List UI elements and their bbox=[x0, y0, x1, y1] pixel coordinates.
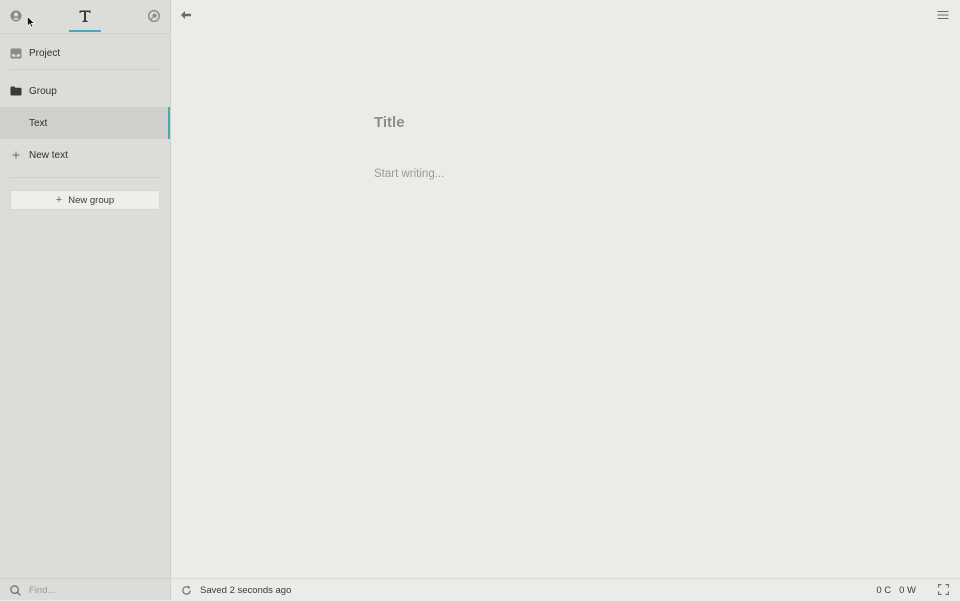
sync-icon[interactable] bbox=[181, 585, 192, 596]
search-globe-icon[interactable] bbox=[146, 8, 162, 24]
sidebar-tab-bar bbox=[0, 0, 170, 34]
find-input[interactable]: Find... bbox=[29, 585, 55, 596]
character-count: 0 C bbox=[876, 584, 892, 596]
sidebar-item-new-text[interactable]: New text bbox=[0, 139, 170, 171]
status-bar: Saved 2 seconds ago 0 C 0 W bbox=[171, 578, 960, 601]
text-format-icon[interactable] bbox=[77, 8, 93, 24]
saved-status: Saved 2 seconds ago bbox=[200, 584, 292, 596]
sidebar-item-text[interactable]: Text bbox=[0, 107, 170, 139]
find-bar[interactable]: Find... bbox=[0, 578, 170, 601]
word-count: 0 W bbox=[899, 584, 916, 596]
body-editor[interactable]: Start writing... bbox=[374, 168, 444, 180]
sidebar-item-label: Text bbox=[29, 117, 48, 129]
sidebar-item-label: Group bbox=[29, 85, 57, 97]
folder-icon bbox=[10, 85, 22, 97]
inbox-icon bbox=[10, 47, 22, 59]
hamburger-menu-icon[interactable] bbox=[937, 10, 949, 20]
mouse-cursor-icon bbox=[27, 15, 36, 33]
new-group-label: New group bbox=[68, 194, 115, 206]
counts: 0 C 0 W bbox=[876, 579, 916, 601]
sidebar-item-label: New text bbox=[29, 149, 68, 161]
title-field[interactable]: Title bbox=[374, 114, 405, 131]
search-icon bbox=[10, 584, 21, 596]
fullscreen-icon[interactable] bbox=[938, 584, 949, 595]
sidebar: Project Group Text New text + New group … bbox=[0, 0, 171, 600]
divider bbox=[10, 177, 160, 178]
divider bbox=[10, 69, 160, 70]
new-group-button[interactable]: + New group bbox=[10, 190, 160, 210]
user-icon[interactable] bbox=[8, 8, 24, 24]
sidebar-item-label: Project bbox=[29, 47, 61, 59]
back-arrow-icon[interactable] bbox=[180, 10, 192, 20]
active-tab-indicator bbox=[69, 30, 101, 32]
sidebar-item-group[interactable]: Group bbox=[0, 75, 170, 107]
plus-icon: + bbox=[55, 194, 63, 206]
sidebar-item-project[interactable]: Project bbox=[0, 37, 170, 69]
plus-icon bbox=[10, 149, 22, 161]
